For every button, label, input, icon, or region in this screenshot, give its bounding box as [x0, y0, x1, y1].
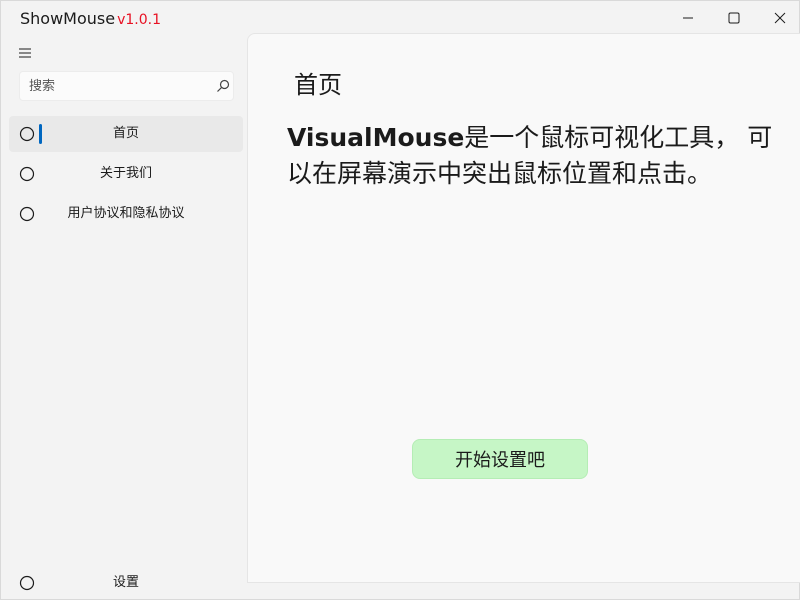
sidebar-item-home[interactable]: 首页 [9, 116, 243, 152]
main-content: 首页 VisualMouse是一个鼠标可视化工具， 可以在屏幕演示中突出鼠标位置… [247, 33, 800, 583]
start-setup-button[interactable]: 开始设置吧 [412, 439, 588, 479]
page-title: 首页 [294, 71, 342, 99]
hamburger-icon [19, 48, 31, 58]
sidebar: 首页 关于我们 用户协议和隐私协议 设置 [1, 35, 247, 600]
title-bar[interactable]: ShowMouse v1.0.1 [1, 1, 800, 35]
search-box [19, 71, 234, 101]
sidebar-item-settings[interactable]: 设置 [9, 565, 243, 600]
headline: VisualMouse是一个鼠标可视化工具， 可以在屏幕演示中突出鼠标位置和点击… [287, 120, 777, 192]
close-icon [774, 12, 786, 24]
minimize-button[interactable] [665, 1, 711, 35]
sidebar-item-label: 设置 [112, 575, 139, 590]
app-title: ShowMouse v1.0.1 [20, 9, 161, 28]
sidebar-item-label: 首页 [112, 126, 139, 141]
app-version: v1.0.1 [117, 12, 162, 28]
sidebar-item-about[interactable]: 关于我们 [9, 156, 243, 192]
sidebar-item-label: 用户协议和隐私协议 [67, 206, 185, 221]
search-icon[interactable] [216, 79, 230, 93]
minimize-icon [683, 17, 693, 19]
search-input[interactable] [20, 72, 208, 100]
headline-brand: VisualMouse [287, 123, 465, 152]
maximize-button[interactable] [711, 1, 757, 35]
app-window: ShowMousev1.0.1 首页 关于我们 [0, 0, 800, 600]
sidebar-item-label: 关于我们 [99, 166, 152, 181]
close-button[interactable] [757, 1, 800, 35]
menu-toggle-button[interactable] [15, 43, 35, 63]
app-name: ShowMouse [20, 9, 116, 28]
sidebar-item-privacy[interactable]: 用户协议和隐私协议 [9, 196, 243, 232]
maximize-icon [728, 12, 740, 24]
